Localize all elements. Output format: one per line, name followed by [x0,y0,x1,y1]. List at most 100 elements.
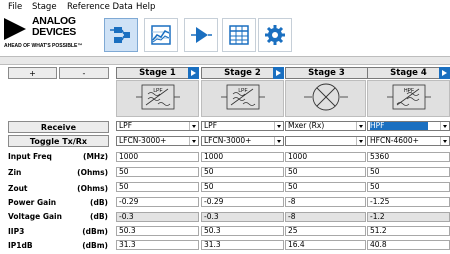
stage-1-next-arrow-icon[interactable] [188,67,199,79]
stage-4-next-arrow-icon[interactable] [439,67,450,79]
stage-2-header[interactable]: Stage 2 [201,67,284,79]
stage-1-zout-field[interactable]: 50 [116,182,199,192]
stage-3-diagram[interactable] [285,80,366,117]
menu-reference-data[interactable]: Reference Data [67,2,133,12]
stage-3-iip3-field[interactable]: 25 [285,226,366,236]
stage-4-type-select[interactable]: HPF [367,121,450,131]
stage-4-power-gain-field[interactable]: -1.25 [367,197,450,207]
stage-4-zin-field[interactable]: 50 [367,167,450,177]
stage-1-type-select[interactable]: LPF [116,121,199,131]
amplifier-icon [191,27,212,43]
logo-triangle-icon [4,18,26,40]
stage-3-zin-field[interactable]: 50 [285,167,366,177]
remove-stage-button[interactable]: - [59,67,109,79]
stage-4-input-freq-field[interactable]: 5360 [367,152,450,162]
stage-4-voltage-gain-value: -1.2 [367,212,450,222]
chevron-down-icon [356,122,365,130]
menu-file[interactable]: File [8,2,22,12]
stage-1-part-select[interactable]: LFCN-3000+ [116,136,199,146]
stage-4-part-select[interactable]: HFCN-4600+ [367,136,450,146]
param-label: IIP3 [8,227,25,236]
block-diagram-button[interactable] [104,18,138,52]
chevron-down-icon [189,122,198,130]
receive-button[interactable]: Receive [8,121,109,133]
param-iip3: IIP3 (dBm) [8,227,108,236]
stage-4-diagram-label: HPF [404,88,414,94]
graph-icon [151,25,171,45]
stage-2-power-gain-field[interactable]: -0.29 [201,197,284,207]
stage-3-input-freq-field[interactable]: 1000 [285,152,366,162]
param-label: IP1dB [8,241,33,250]
stage-1-zin-field[interactable]: 50 [116,167,199,177]
stage-4-ip1db-field[interactable]: 40.8 [367,240,450,250]
stage-3-type-select[interactable]: Mxer (Rx) [285,121,366,131]
stage-4-zout-field[interactable]: 50 [367,182,450,192]
analog-devices-logo: ANALOG DEVICES AHEAD OF WHAT'S POSSIBLE™ [4,16,104,54]
param-voltage-gain: Voltage Gain (dB) [8,212,108,221]
filter-symbol-icon: LPF [135,84,180,110]
param-ip1db: IP1dB (dBm) [8,241,108,250]
menu-stage[interactable]: Stage [32,2,57,12]
param-input-freq: Input Freq (MHz) [8,152,108,161]
stage-3-power-gain-field[interactable]: -8 [285,197,366,207]
param-label: Voltage Gain [8,212,62,221]
stage-2-diagram[interactable]: LPF [201,80,284,117]
stage-1-input-freq-field[interactable]: 1000 [116,152,199,162]
stage-2-input-freq-field[interactable]: 1000 [201,152,284,162]
param-unit: (Ohms) [77,184,108,193]
param-unit: (Ohms) [77,168,108,177]
amplifier-button[interactable] [184,18,218,52]
stage-2-next-arrow-icon[interactable] [273,67,284,79]
param-zin: Zin (Ohms) [8,168,108,177]
chevron-down-icon [440,122,449,130]
stage-3-zout-field[interactable]: 50 [285,182,366,192]
stage-1-type-value: LPF [119,121,133,130]
add-stage-button[interactable]: + [8,67,57,79]
param-zout: Zout (Ohms) [8,184,108,193]
logo-line2: DEVICES [32,26,76,38]
chevron-down-icon [274,137,283,145]
stage-2-zin-field[interactable]: 50 [201,167,284,177]
toggle-tx-rx-button[interactable]: Toggle Tx/Rx [8,135,109,147]
graph-button[interactable] [144,18,178,52]
table-icon [229,25,249,45]
toolbar-separator [0,56,450,65]
filter-symbol-icon: LPF [220,84,265,110]
gear-icon [265,25,285,45]
stage-3-header[interactable]: Stage 3 [285,67,368,79]
param-label: Zout [8,184,28,193]
param-label: Power Gain [8,198,57,207]
stage-4-iip3-field[interactable]: 51.2 [367,226,450,236]
stage-2-zout-field[interactable]: 50 [201,182,284,192]
settings-button[interactable] [258,18,292,52]
stage-2-type-value: LPF [204,121,218,130]
stage-1-ip1db-field[interactable]: 31.3 [116,240,199,250]
stage-2-type-select[interactable]: LPF [201,121,284,131]
stage-3-ip1db-field[interactable]: 16.4 [285,240,366,250]
stage-4-diagram[interactable]: HPF [367,80,450,117]
filter-symbol-icon: HPF [386,84,431,110]
stage-2-part-select[interactable]: LFCN-3000+ [201,136,284,146]
chevron-down-icon [440,137,449,145]
toolbar: ANALOG DEVICES AHEAD OF WHAT'S POSSIBLE™ [0,14,450,56]
stage-1-voltage-gain-value: -0.3 [116,212,199,222]
param-unit: (dBm) [82,227,108,236]
param-power-gain: Power Gain (dB) [8,198,108,207]
stage-2-ip1db-field[interactable]: 31.3 [201,240,284,250]
mixer-symbol-icon [303,83,348,111]
table-button[interactable] [222,18,256,52]
stage-2-iip3-field[interactable]: 50.3 [201,226,284,236]
stage-1-iip3-field[interactable]: 50.3 [116,226,199,236]
stage-1-diagram[interactable]: LPF [116,80,199,117]
stage-3-part-select[interactable] [285,136,366,146]
menu-help[interactable]: Help [136,2,155,12]
stage-1-header[interactable]: Stage 1 [116,67,199,79]
stage-3-type-value: Mxer (Rx) [288,121,325,130]
chevron-down-icon [189,137,198,145]
stage-3-voltage-gain-value: -8 [285,212,366,222]
stage-1-power-gain-field[interactable]: -0.29 [116,197,199,207]
param-unit: (MHz) [83,152,108,161]
stage-1-diagram-label: LPF [153,88,162,94]
chevron-down-icon [274,122,283,130]
stage-4-header[interactable]: Stage 4 [367,67,450,79]
